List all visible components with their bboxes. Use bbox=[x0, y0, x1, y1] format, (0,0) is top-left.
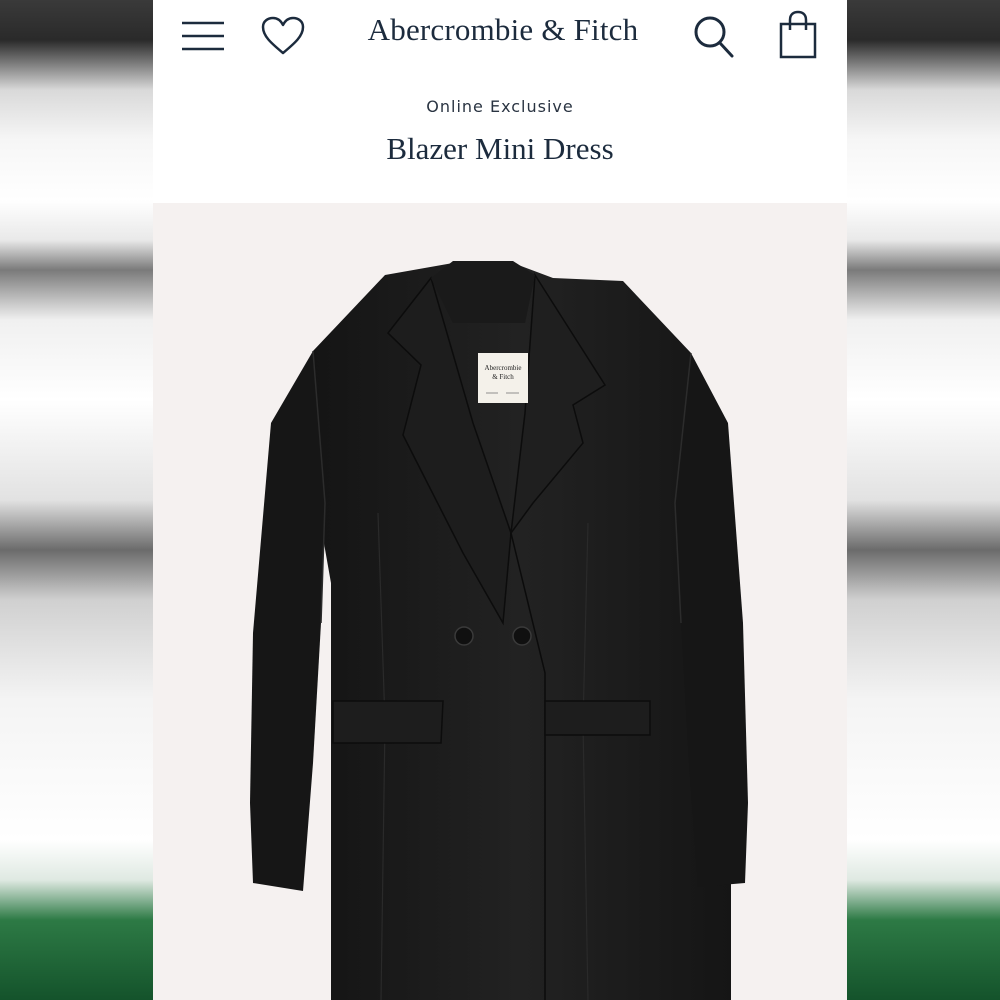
wishlist-button[interactable] bbox=[257, 12, 309, 60]
shopping-bag-icon bbox=[779, 10, 817, 59]
menu-icon bbox=[182, 21, 224, 51]
heart-icon bbox=[261, 16, 305, 55]
search-button[interactable] bbox=[687, 12, 741, 62]
search-icon bbox=[694, 16, 734, 58]
product-image-area[interactable]: Abercrombie & Fitch bbox=[153, 203, 847, 1000]
shopping-bag-button[interactable] bbox=[773, 8, 823, 62]
product-page: Abercrombie & Fitch Online Exclusive Bla… bbox=[153, 0, 847, 1000]
brand-logo[interactable]: Abercrombie & Fitch bbox=[343, 12, 663, 48]
svg-text:Abercrombie: Abercrombie bbox=[485, 364, 522, 372]
top-nav-bar: Abercrombie & Fitch bbox=[153, 0, 847, 72]
blazer-dress-image: Abercrombie & Fitch bbox=[250, 261, 748, 1000]
product-title: Blazer Mini Dress bbox=[386, 131, 614, 166]
menu-button[interactable] bbox=[177, 14, 229, 58]
online-exclusive-tag: Online Exclusive bbox=[426, 97, 574, 116]
svg-text:& Fitch: & Fitch bbox=[492, 373, 514, 381]
